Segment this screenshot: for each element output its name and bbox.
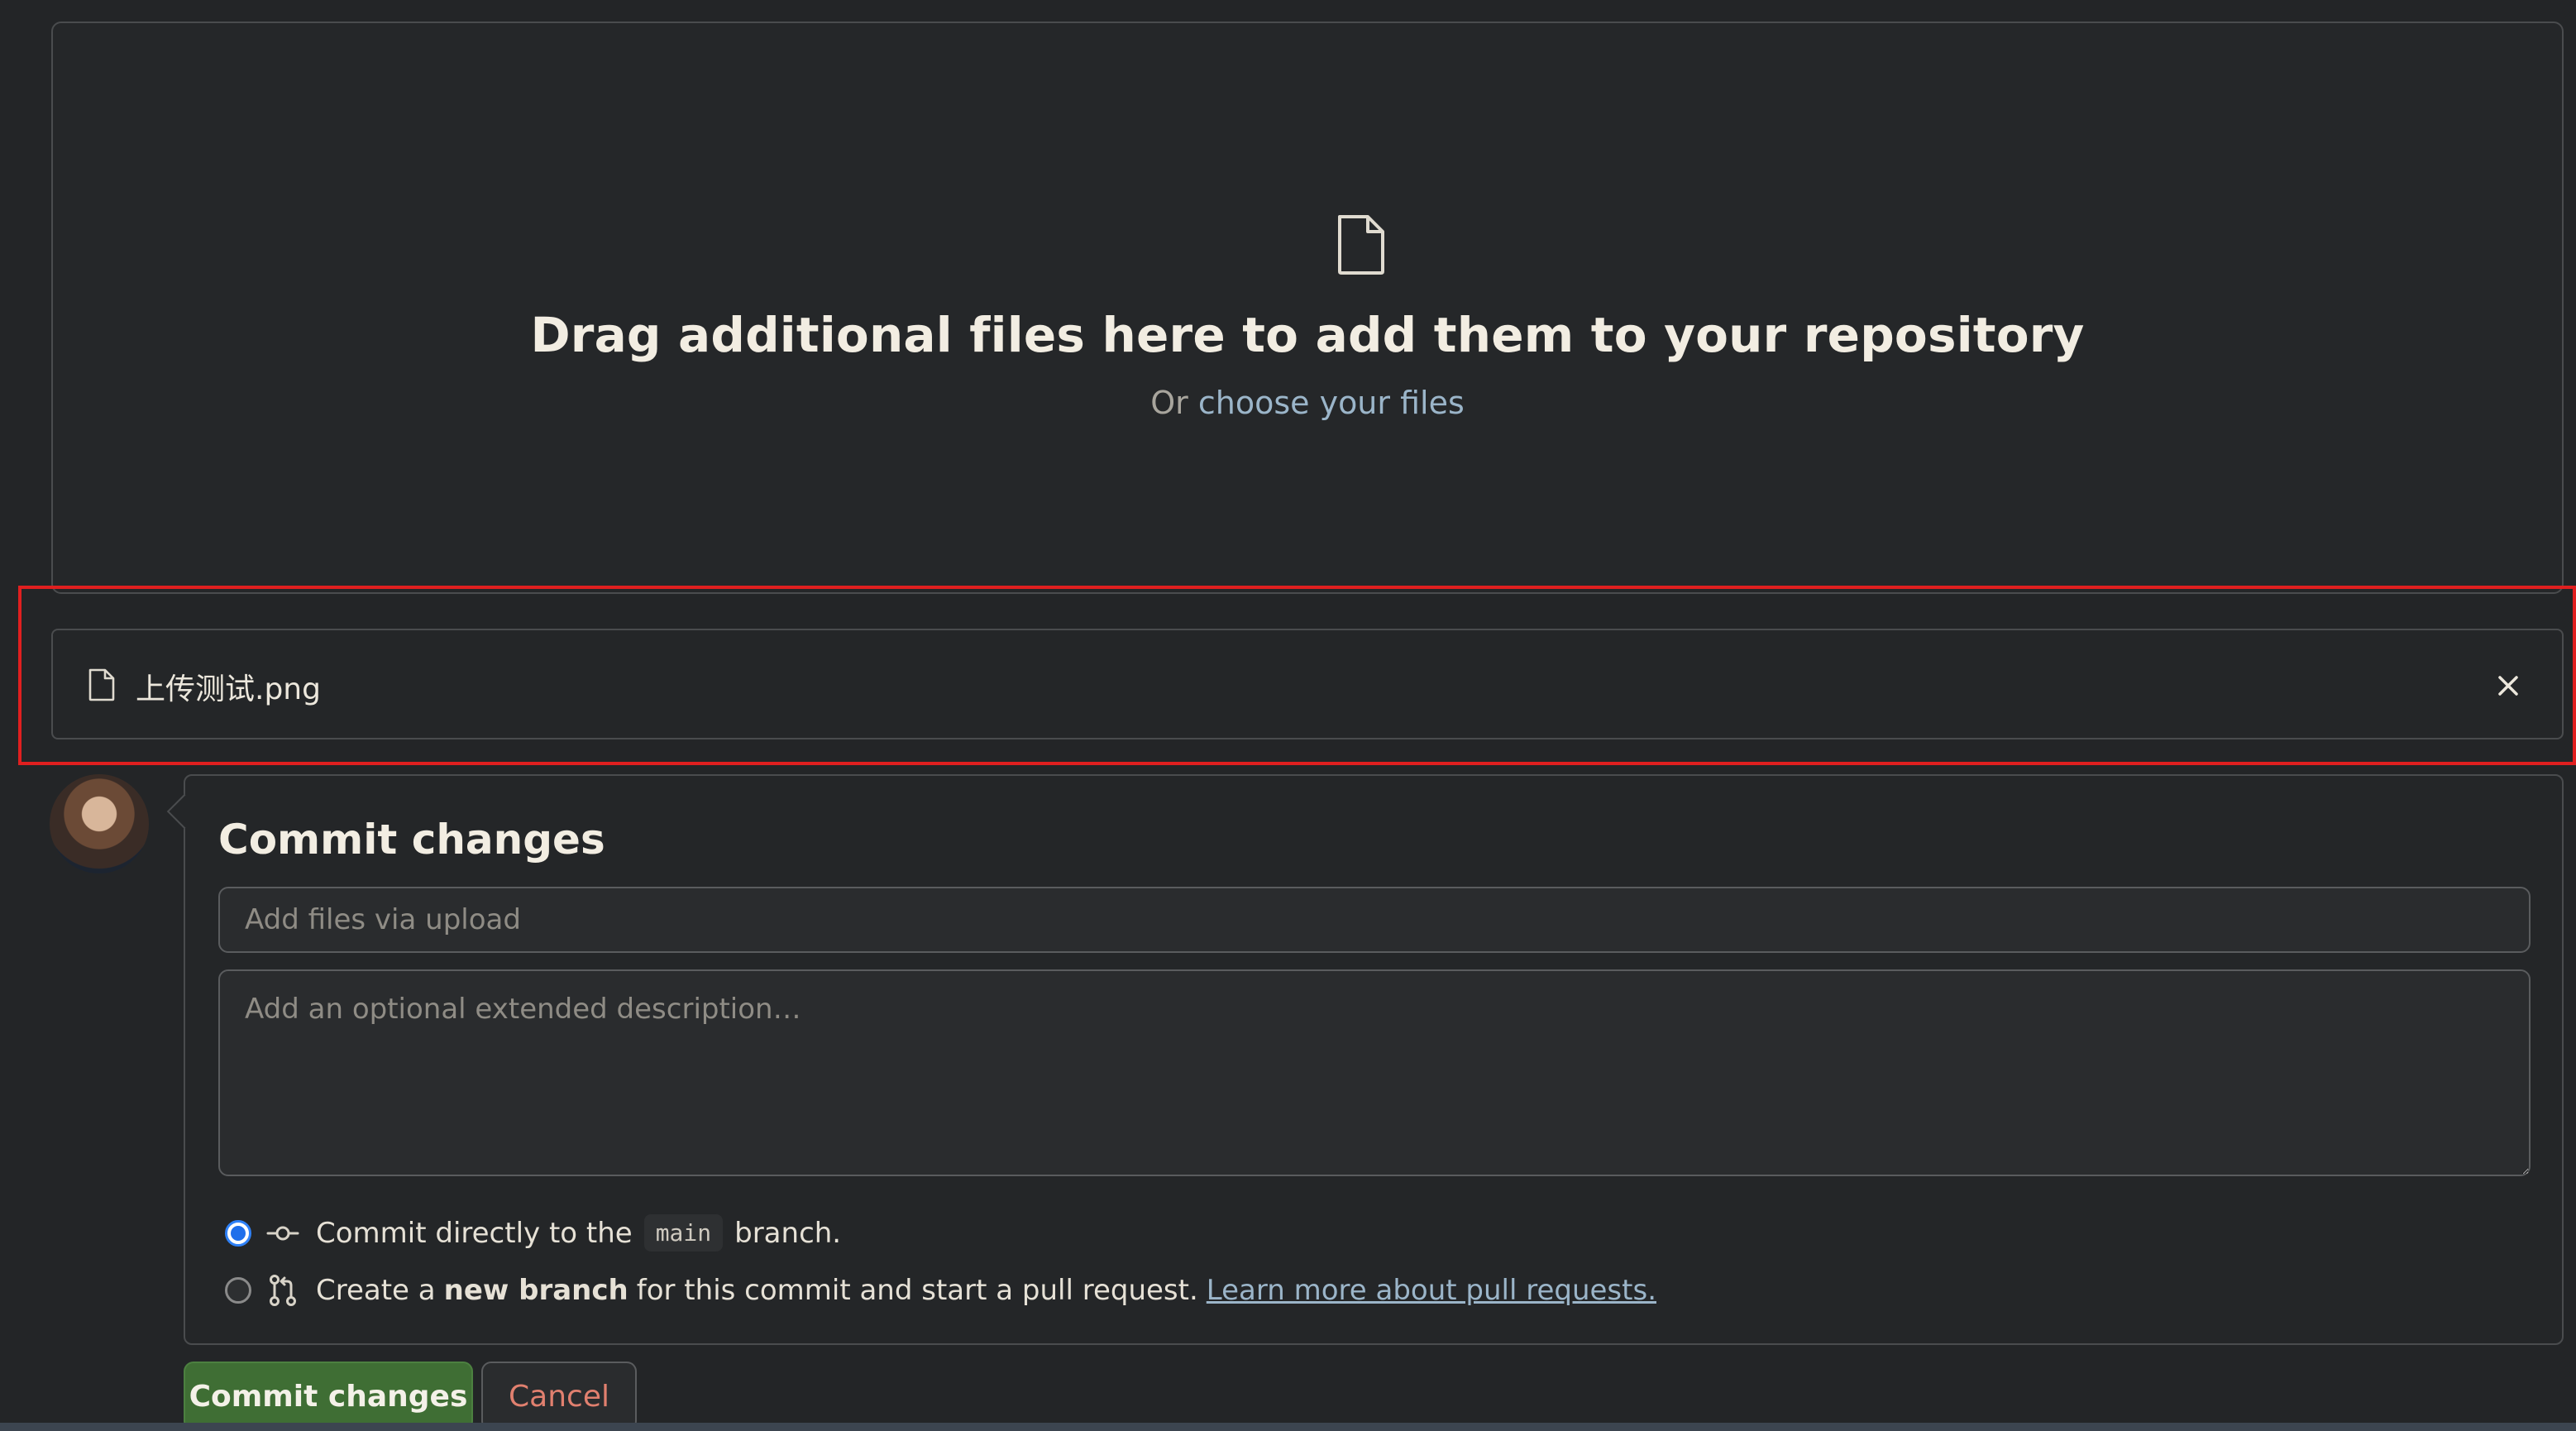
- git-commit-icon: [266, 1226, 299, 1240]
- branch-name: main: [643, 1214, 724, 1252]
- drop-zone-subtitle: Or choose your files: [53, 385, 2562, 421]
- learn-more-pull-requests-link[interactable]: Learn more about pull requests.: [1207, 1274, 1656, 1307]
- commit-changes-button[interactable]: Commit changes: [184, 1362, 473, 1431]
- remove-file-button[interactable]: [2486, 663, 2531, 708]
- commit-summary-input[interactable]: [218, 887, 2531, 953]
- option-new-prefix: Create a: [316, 1274, 436, 1307]
- option-new-suffix: for this commit and start a pull request…: [636, 1274, 1198, 1307]
- cancel-button[interactable]: Cancel: [481, 1362, 637, 1431]
- close-icon: [2498, 676, 2518, 696]
- uploaded-file-name: 上传测试.png: [136, 672, 321, 706]
- option-new-branch[interactable]: Create a new branch for this commit and …: [225, 1274, 1656, 1307]
- bottom-edge-bar: [0, 1423, 2576, 1431]
- avatar: [50, 774, 149, 873]
- file-icon: [1338, 215, 1384, 275]
- file-icon: [88, 668, 115, 701]
- commit-description-input[interactable]: [218, 969, 2531, 1176]
- git-pull-request-icon: [270, 1275, 296, 1306]
- choose-files-link[interactable]: choose your files: [1198, 385, 1465, 421]
- option-new-bold: new branch: [443, 1274, 628, 1307]
- commit-title: Commit changes: [218, 816, 605, 864]
- uploaded-file-row: 上传测试.png: [51, 629, 2564, 739]
- drop-zone-prefix: Or: [1150, 385, 1198, 421]
- option-commit-directly[interactable]: Commit directly to the main branch.: [225, 1214, 841, 1252]
- radio-new-branch[interactable]: [225, 1277, 251, 1304]
- file-drop-zone[interactable]: Drag additional files here to add them t…: [51, 22, 2564, 594]
- option-direct-suffix: branch.: [734, 1216, 842, 1250]
- radio-commit-directly[interactable]: [225, 1219, 251, 1247]
- option-direct-prefix: Commit directly to the: [316, 1216, 633, 1250]
- commit-form: Commit changes Commit directly to the ma…: [184, 774, 2564, 1345]
- drop-zone-title: Drag additional files here to add them t…: [530, 307, 2085, 363]
- upload-page: Drag additional files here to add them t…: [0, 0, 2576, 1431]
